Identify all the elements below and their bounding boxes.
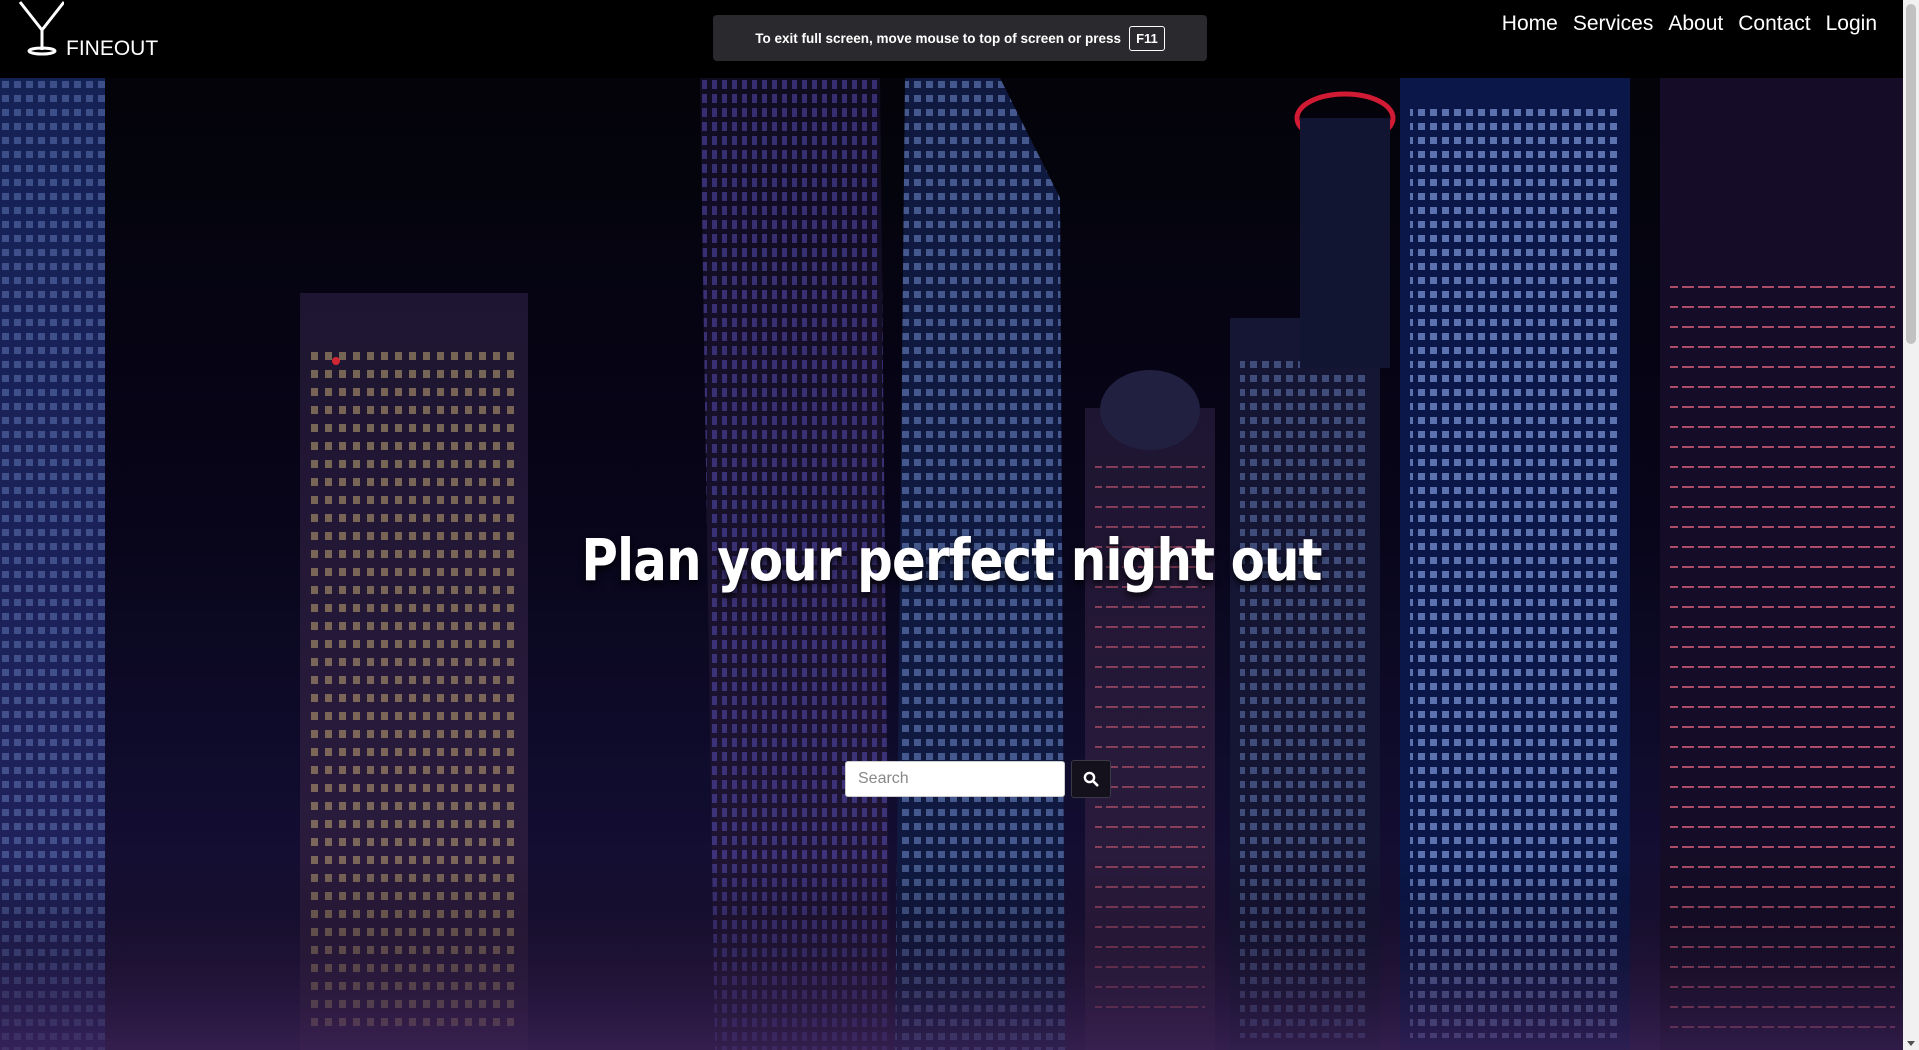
search-icon (1083, 771, 1099, 787)
search-button[interactable] (1071, 760, 1111, 798)
hero-section: Plan your perfect night out (0, 78, 1903, 1050)
scrollbar-thumb[interactable] (1906, 4, 1916, 344)
fullscreen-key-badge: F11 (1129, 25, 1165, 51)
brand-name: FINEOUT (66, 37, 159, 60)
brand-logo[interactable]: FINEOUT (18, 0, 158, 70)
nav-home-link[interactable]: Home (1502, 12, 1558, 36)
fullscreen-notice-text: To exit full screen, move mouse to top o… (755, 30, 1122, 46)
cocktail-glass-icon (18, 1, 64, 56)
nav-menu: Home Services About Contact Login (1502, 12, 1877, 36)
search-bar (845, 760, 1111, 798)
nav-about-link[interactable]: About (1668, 12, 1723, 36)
page: FINEOUT Home Services About Contact Logi… (0, 0, 1919, 1050)
fullscreen-exit-notice: To exit full screen, move mouse to top o… (713, 15, 1207, 61)
search-input[interactable] (845, 761, 1065, 797)
nav-contact-link[interactable]: Contact (1738, 12, 1810, 36)
hero-title: Plan your perfect night out (581, 526, 1322, 594)
page-scrollbar[interactable] (1903, 0, 1919, 1050)
scroll-down-arrow-icon[interactable] (1907, 1041, 1915, 1046)
nav-login-link[interactable]: Login (1826, 12, 1877, 36)
nav-services-link[interactable]: Services (1573, 12, 1654, 36)
